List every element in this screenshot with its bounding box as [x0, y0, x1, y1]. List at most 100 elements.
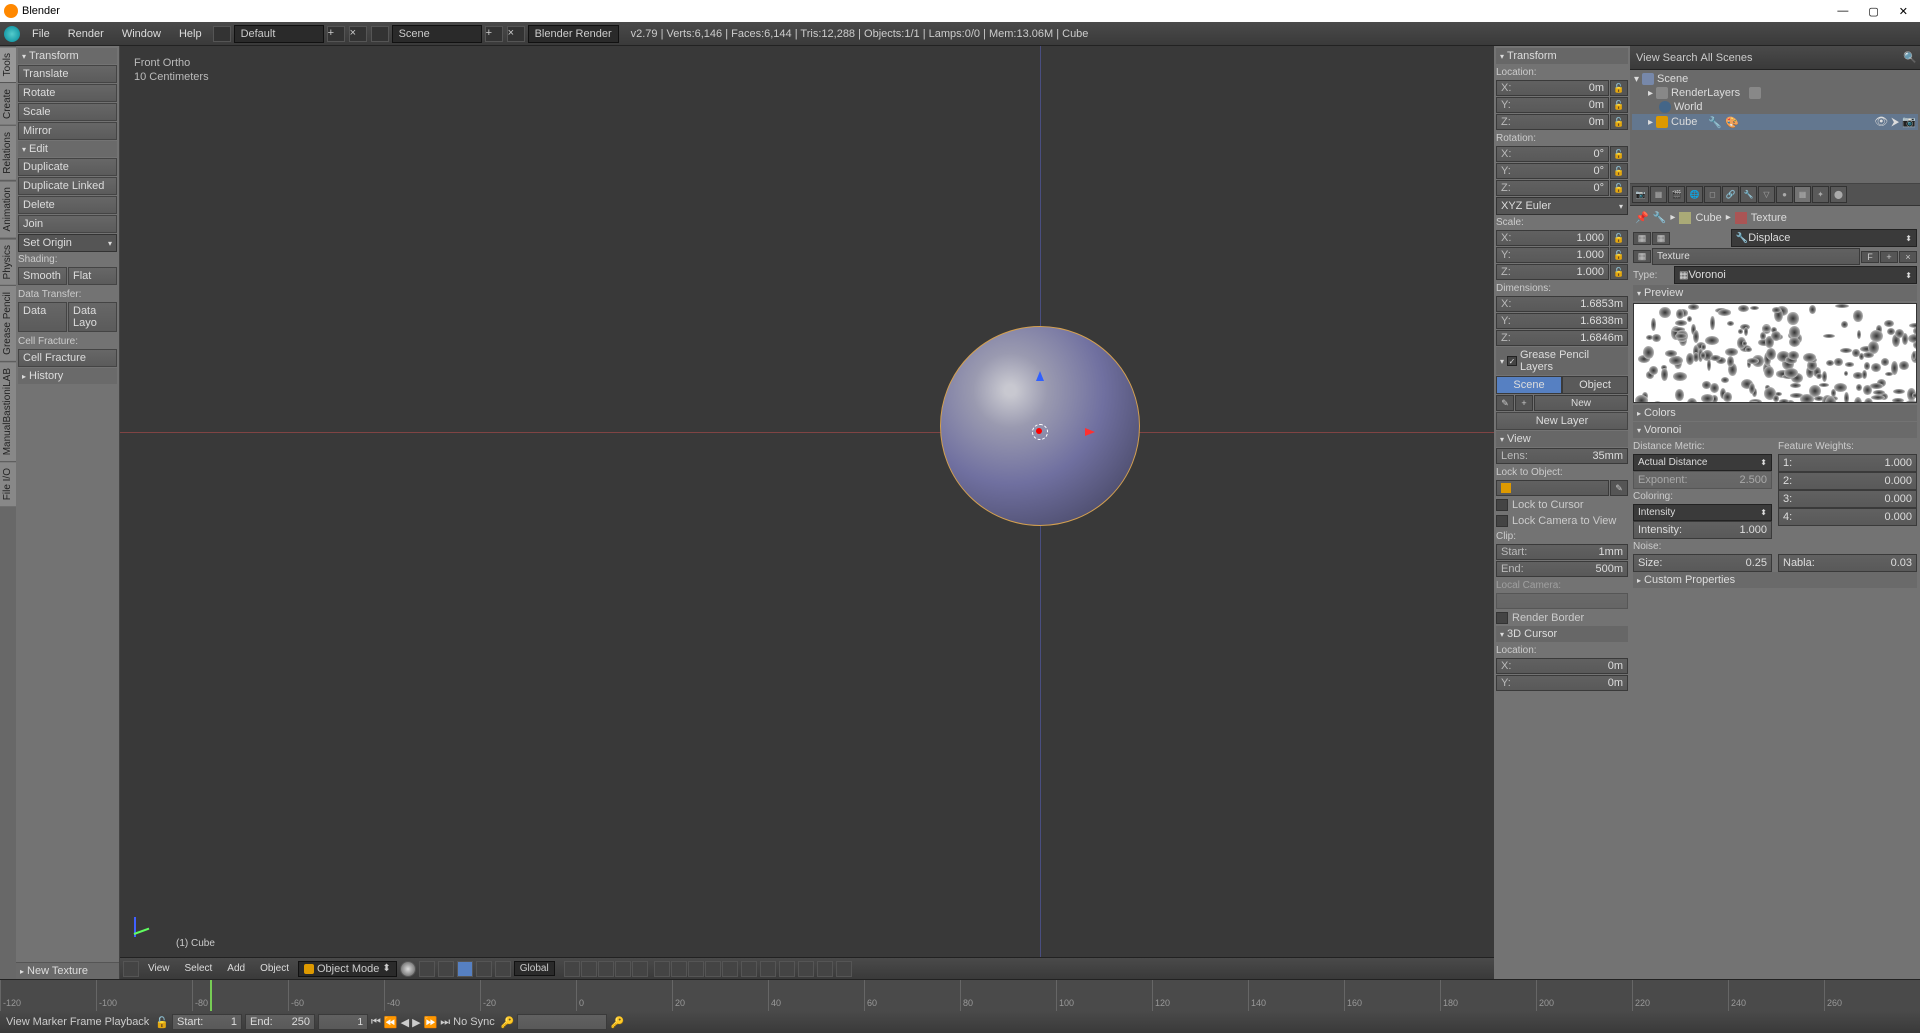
- vtab-mblab[interactable]: ManualBastioniLAB: [0, 361, 16, 461]
- pin-icon[interactable]: 📌: [1635, 211, 1649, 224]
- rotate-manip-icon[interactable]: [476, 961, 492, 977]
- ol-search[interactable]: Search: [1663, 52, 1698, 64]
- lock-rz-icon[interactable]: 🔓: [1610, 180, 1628, 196]
- keying-set-field[interactable]: [517, 1014, 607, 1030]
- tl-sync-dropdown[interactable]: No Sync: [453, 1016, 495, 1028]
- render-preview-icon[interactable]: [798, 961, 814, 977]
- preview-header[interactable]: Preview: [1633, 285, 1917, 301]
- scene-del-button[interactable]: ×: [507, 26, 525, 42]
- shading-sphere-icon[interactable]: [400, 961, 416, 977]
- ol-cube-node[interactable]: ▸ Cube 🔧 🎨👁 ⮞ 📷: [1632, 114, 1918, 130]
- vtab-animation[interactable]: Animation: [0, 180, 16, 237]
- snap-type-icon[interactable]: [779, 961, 795, 977]
- keying-set-icon[interactable]: 🔑: [501, 1016, 515, 1029]
- tl-jump-start-icon[interactable]: ⏮: [371, 1016, 381, 1029]
- ptab-world[interactable]: 🌐: [1686, 186, 1703, 203]
- render-border-check[interactable]: Render Border: [1496, 610, 1628, 626]
- coloring-dropdown[interactable]: Intensity: [1633, 504, 1772, 521]
- scl-x-field[interactable]: X:1.000: [1496, 230, 1609, 246]
- lens-field[interactable]: Lens:35mm: [1496, 448, 1628, 464]
- eyedrop-icon[interactable]: ✎: [1610, 480, 1628, 496]
- translate-manip-icon[interactable]: [457, 961, 473, 977]
- layout-dropdown[interactable]: Default: [234, 25, 324, 43]
- gp-scene-toggle[interactable]: Scene: [1496, 376, 1562, 394]
- layer-btn[interactable]: [722, 961, 738, 977]
- tl-current-field[interactable]: 1: [318, 1014, 368, 1030]
- vh-add[interactable]: Add: [221, 962, 251, 975]
- layer-btn[interactable]: [581, 961, 597, 977]
- dim-z-field[interactable]: Z:1.6846m: [1496, 330, 1628, 346]
- rot-y-field[interactable]: Y:0°: [1496, 163, 1609, 179]
- layer-btn[interactable]: [671, 961, 687, 977]
- fw2-field[interactable]: 2:0.000: [1778, 472, 1917, 490]
- ptab-object[interactable]: ◻: [1704, 186, 1721, 203]
- lock-camera-check[interactable]: Lock Camera to View: [1496, 513, 1628, 529]
- ol-search-icon[interactable]: 🔍: [1903, 51, 1917, 64]
- ol-view[interactable]: View: [1636, 52, 1660, 64]
- orientation-dropdown[interactable]: Global: [514, 961, 555, 976]
- panel-history-header[interactable]: History: [18, 368, 117, 384]
- lock-z-icon[interactable]: 🔓: [1610, 114, 1628, 130]
- menu-render[interactable]: Render: [60, 26, 112, 42]
- lock-sz-icon[interactable]: 🔓: [1610, 264, 1628, 280]
- lock-x-icon[interactable]: 🔓: [1610, 80, 1628, 96]
- loc-y-field[interactable]: Y:0m: [1496, 97, 1609, 113]
- intensity-field[interactable]: Intensity:1.000: [1633, 521, 1772, 539]
- cell-fracture-button[interactable]: Cell Fracture: [18, 349, 117, 367]
- cur-y-field[interactable]: Y:0m: [1496, 675, 1628, 691]
- vh-view[interactable]: View: [142, 962, 176, 975]
- tl-frame[interactable]: Frame: [70, 1016, 102, 1028]
- timeline-cursor[interactable]: [210, 980, 212, 1011]
- 3d-viewport[interactable]: Front Ortho 10 Centimeters (1) Cube View…: [120, 46, 1494, 979]
- tl-next-key-icon[interactable]: ⏩: [424, 1016, 438, 1029]
- fw1-field[interactable]: 1:1.000: [1778, 454, 1917, 472]
- menu-window[interactable]: Window: [114, 26, 169, 42]
- clip-end-field[interactable]: End:500m: [1496, 561, 1628, 577]
- menu-file[interactable]: File: [24, 26, 58, 42]
- fw3-field[interactable]: 3:0.000: [1778, 490, 1917, 508]
- ptab-layers[interactable]: ▦: [1650, 186, 1667, 203]
- cursor3d-header[interactable]: 3D Cursor: [1496, 626, 1628, 642]
- scale-manip-icon[interactable]: [495, 961, 511, 977]
- panel-transform-header[interactable]: Transform: [18, 48, 117, 64]
- tl-prev-key-icon[interactable]: ⏪: [384, 1016, 398, 1029]
- vh-select[interactable]: Select: [179, 962, 219, 975]
- lock-y-icon[interactable]: 🔓: [1610, 97, 1628, 113]
- rotate-button[interactable]: Rotate: [18, 84, 117, 102]
- texctx-1[interactable]: ▦: [1633, 232, 1651, 245]
- ptab-render[interactable]: 📷: [1632, 186, 1649, 203]
- mode-dropdown[interactable]: Object Mode ⬍: [298, 961, 397, 977]
- layer-btn[interactable]: [598, 961, 614, 977]
- lock-ry-icon[interactable]: 🔓: [1610, 163, 1628, 179]
- modifier-select[interactable]: 🔧 Displace: [1731, 229, 1917, 247]
- tex-browse-icon[interactable]: ▦: [1633, 250, 1651, 263]
- scene-icon[interactable]: [371, 26, 389, 42]
- tex-f-button[interactable]: F: [1861, 251, 1879, 263]
- tl-marker[interactable]: Marker: [33, 1016, 67, 1028]
- timeline-ruler[interactable]: -120-100-80-60-40-2002040608010012014016…: [0, 980, 1920, 1011]
- size-field[interactable]: Size:0.25: [1633, 554, 1772, 572]
- delete-button[interactable]: Delete: [18, 196, 117, 214]
- minimize-button[interactable]: —: [1837, 5, 1848, 18]
- menu-help[interactable]: Help: [171, 26, 210, 42]
- gp-pencil-icon[interactable]: ✎: [1496, 395, 1514, 411]
- vtab-fileio[interactable]: File I/O: [0, 461, 16, 506]
- vtab-relations[interactable]: Relations: [0, 125, 16, 180]
- translate-button[interactable]: Translate: [18, 65, 117, 83]
- layer-btn[interactable]: [654, 961, 670, 977]
- panel-edit-header[interactable]: Edit: [18, 141, 117, 157]
- lock-icon[interactable]: [741, 961, 757, 977]
- gp-add-icon[interactable]: +: [1515, 395, 1533, 411]
- n-transform-header[interactable]: Transform: [1496, 48, 1628, 64]
- view-header[interactable]: View: [1496, 431, 1628, 447]
- ptab-constraints[interactable]: 🔗: [1722, 186, 1739, 203]
- tl-playback[interactable]: Playback: [105, 1016, 150, 1028]
- tl-view[interactable]: View: [6, 1016, 30, 1028]
- tl-jump-end-icon[interactable]: ⏭: [440, 1016, 450, 1029]
- voronoi-header[interactable]: Voronoi: [1633, 422, 1917, 438]
- lock-object-field[interactable]: [1496, 480, 1609, 496]
- scene-dropdown[interactable]: Scene: [392, 25, 482, 43]
- ol-filter-dropdown[interactable]: All Scenes: [1701, 52, 1901, 64]
- ptab-data[interactable]: ▽: [1758, 186, 1775, 203]
- key-insert-icon[interactable]: 🔑: [610, 1016, 624, 1029]
